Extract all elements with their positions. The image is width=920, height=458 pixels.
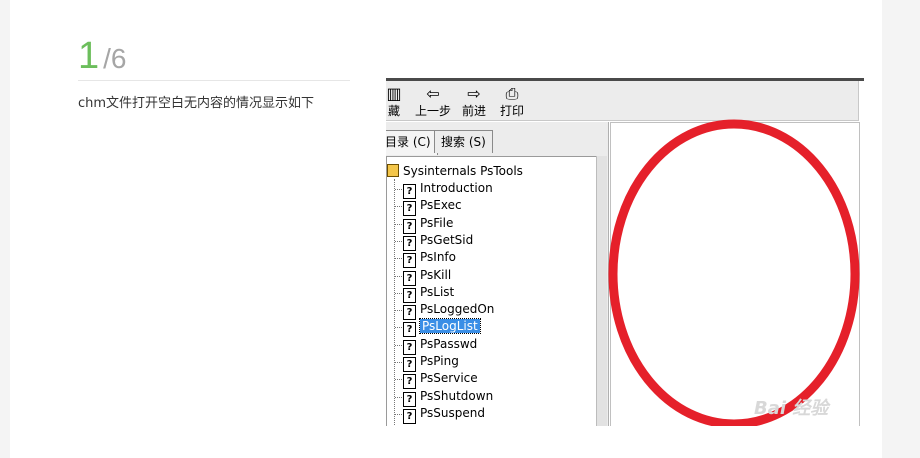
step-current: 1: [78, 35, 100, 77]
step-total: /6: [103, 43, 127, 74]
divider: [78, 80, 350, 81]
red-annotation-ellipse: [608, 119, 860, 426]
annotation-ellipse: [608, 119, 860, 426]
watermark: Bai 经验: [754, 398, 829, 419]
step-description: chm文件打开空白无内容的情况显示如下: [78, 96, 315, 111]
step-counter: 1 /6: [78, 36, 127, 76]
screenshot-image: ▥ 藏 ⇦ 上一步 ⇨ 前进 ⎙ 打印 目录 (C) 搜索 (S) Sysint…: [386, 78, 864, 426]
